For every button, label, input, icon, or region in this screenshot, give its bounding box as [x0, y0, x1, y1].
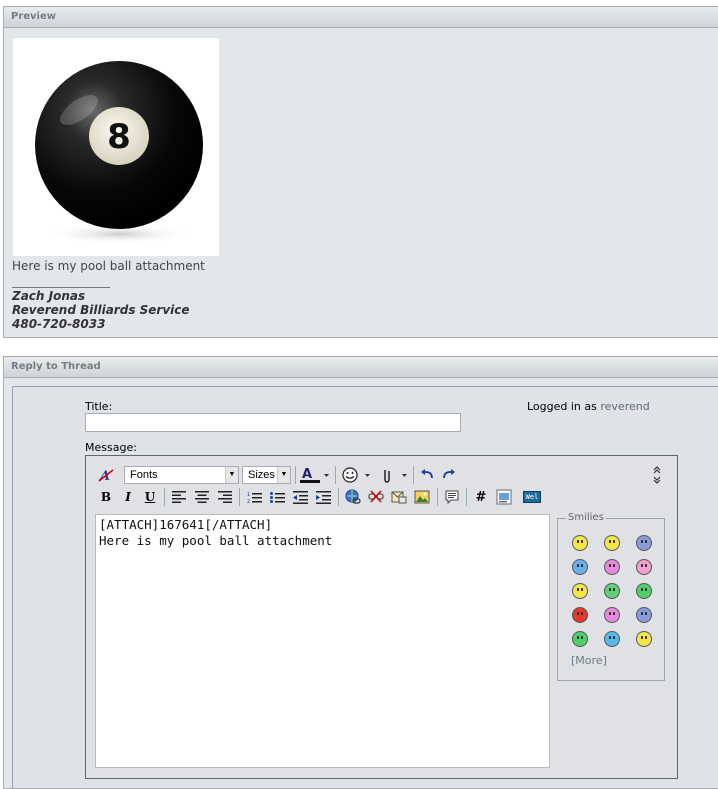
- chevron-down-icon: ▼: [225, 467, 238, 483]
- message-label: Message:: [85, 441, 137, 454]
- blue-smiley-icon[interactable]: [604, 631, 620, 647]
- message-line-1: [ATTACH]167641[/ATTACH]: [99, 517, 273, 532]
- grin-smiley-icon[interactable]: [572, 631, 588, 647]
- ordered-list-icon[interactable]: 12: [244, 487, 264, 507]
- align-left-icon[interactable]: [169, 487, 189, 507]
- tongue-smiley-icon[interactable]: [604, 559, 620, 575]
- signature-line-2: Reverend Billiards Service: [12, 303, 190, 317]
- size-select[interactable]: Sizes ▼: [242, 466, 291, 484]
- logged-in-prefix: Logged in as: [527, 400, 597, 413]
- italic-button[interactable]: I: [118, 487, 138, 507]
- smilies-legend: Smilies: [566, 512, 606, 523]
- email-link-icon[interactable]: [389, 487, 409, 507]
- remove-format-icon[interactable]: A: [96, 465, 116, 485]
- frown-smiley-icon[interactable]: [636, 607, 652, 623]
- more-bracket-close: ]: [602, 654, 607, 667]
- preview-body: 8 Here is my pool ball attachment Zach J…: [3, 28, 718, 338]
- bold-button[interactable]: B: [96, 487, 116, 507]
- size-select-label: Sizes: [248, 469, 275, 481]
- message-line-2: Here is my pool ball attachment: [99, 533, 333, 548]
- resize-editor-icon[interactable]: [648, 464, 666, 486]
- toolbar-divider: [164, 488, 165, 506]
- signature-line-1: Zach Jonas: [12, 289, 86, 303]
- outdent-icon[interactable]: [290, 487, 310, 507]
- svg-text:1: 1: [247, 492, 250, 498]
- mad-smiley-icon[interactable]: [572, 607, 588, 623]
- svg-text:8: 8: [107, 117, 131, 157]
- font-select-label: Fonts: [130, 469, 158, 481]
- wink-smiley-icon[interactable]: [636, 559, 652, 575]
- smile-smiley-icon[interactable]: [572, 583, 588, 599]
- undo-icon[interactable]: [417, 465, 437, 485]
- more-smilies-link[interactable]: [More]: [571, 654, 607, 667]
- svg-text:A: A: [302, 467, 312, 482]
- indent-icon[interactable]: [313, 487, 333, 507]
- php-code-icon[interactable]: Wel: [520, 487, 544, 507]
- remove-link-icon[interactable]: [366, 487, 386, 507]
- cool-smiley-icon[interactable]: [572, 559, 588, 575]
- insert-link-icon[interactable]: [343, 487, 363, 507]
- preview-message: Here is my pool ball attachment: [12, 259, 205, 273]
- quote-icon[interactable]: [442, 487, 462, 507]
- svg-text:2: 2: [247, 499, 250, 504]
- username-link[interactable]: reverend: [600, 400, 649, 413]
- smilie-picker-button[interactable]: [339, 465, 373, 485]
- reply-title: Reply to Thread: [11, 361, 101, 372]
- smile-smiley-icon[interactable]: [636, 631, 652, 647]
- signature-line-3: 480-720-8033: [12, 317, 106, 331]
- message-textarea[interactable]: [ATTACH]167641[/ATTACH] Here is my pool …: [95, 514, 550, 768]
- more-smilies-label: More: [575, 654, 603, 667]
- logged-in-status: Logged in as reverend: [527, 400, 650, 413]
- title-input[interactable]: [85, 413, 461, 432]
- reply-header: Reply to Thread: [3, 356, 718, 378]
- redo-icon[interactable]: [439, 465, 459, 485]
- align-center-icon[interactable]: [192, 487, 212, 507]
- preview-title: Preview: [11, 11, 57, 22]
- toolbar-divider: [413, 466, 414, 484]
- tongue-smiley-icon[interactable]: [604, 607, 620, 623]
- insert-image-icon[interactable]: [412, 487, 432, 507]
- toolbar-divider: [335, 466, 336, 484]
- toolbar-divider: [466, 488, 467, 506]
- smile-smiley-icon[interactable]: [604, 535, 620, 551]
- toolbar-divider: [239, 488, 240, 506]
- thumbs-smiley-icon[interactable]: [604, 583, 620, 599]
- font-color-button[interactable]: A: [298, 465, 332, 485]
- grin-smiley-icon[interactable]: [636, 583, 652, 599]
- chevron-down-icon: ▼: [277, 467, 290, 483]
- align-right-icon[interactable]: [215, 487, 235, 507]
- toolbar-divider: [338, 488, 339, 506]
- smile-smiley-icon[interactable]: [572, 535, 588, 551]
- underline-button[interactable]: U: [140, 487, 160, 507]
- html-code-icon[interactable]: [494, 487, 514, 507]
- attachment-button[interactable]: [376, 465, 410, 485]
- preview-header: Preview: [3, 6, 718, 28]
- code-hash-icon[interactable]: #: [471, 487, 491, 507]
- bullet-list-icon[interactable]: [267, 487, 287, 507]
- php-code-label: Wel: [522, 491, 542, 503]
- toolbar-divider: [437, 488, 438, 506]
- frown-smiley-icon[interactable]: [636, 535, 652, 551]
- font-select[interactable]: Fonts ▼: [124, 466, 239, 484]
- signature-divider: [12, 287, 110, 288]
- toolbar-divider: [295, 466, 296, 484]
- pool-ball-image: 8: [13, 38, 219, 256]
- title-label: Title:: [85, 400, 113, 413]
